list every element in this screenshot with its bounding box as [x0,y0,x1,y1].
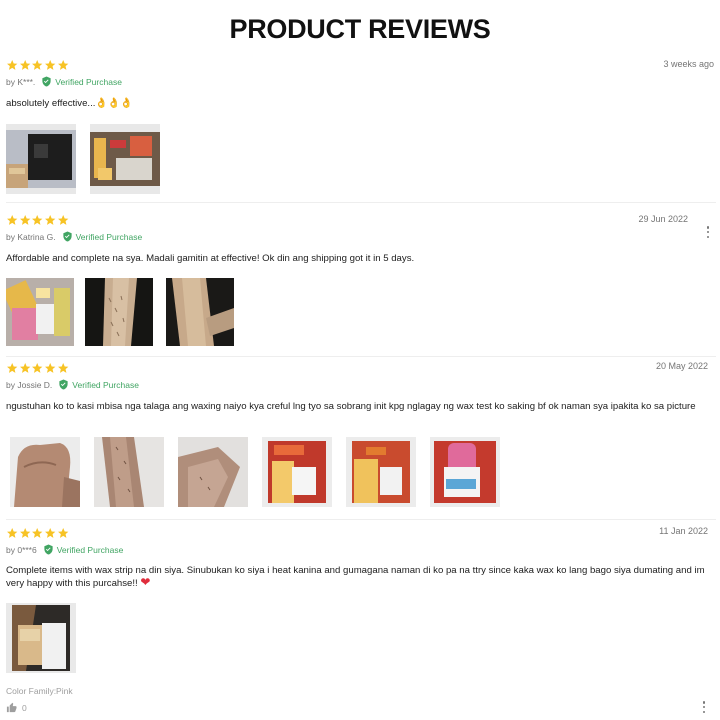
page-title: PRODUCT REVIEWS [229,14,491,44]
review-images [6,124,160,194]
review-image[interactable] [178,437,248,507]
review-image[interactable] [262,437,332,507]
star-icon [19,59,31,71]
star-icon [31,362,43,374]
star-icon [57,362,69,374]
verified-shield-icon [41,76,52,87]
review-text-content: Complete items with wax strip na din siy… [6,565,705,589]
star-icon [6,59,18,71]
review-author: by 0***6 [6,544,37,555]
review-author-row: by K***. Verified Purchase [6,76,122,87]
star-icon [6,527,18,539]
rating-stars [6,527,69,541]
star-icon [44,214,56,226]
review-item: 11 Jan 2022 by 0***6 Verified Purchase C… [6,519,716,715]
ok-hand-emoji: 👌👌👌 [95,98,133,109]
star-icon [6,362,18,374]
review-author-row: by Katrina G. Verified Purchase [6,231,142,242]
review-date: 20 May 2022 [655,361,708,371]
review-text: ngustuhan ko to kasi mbisa nga talaga an… [6,401,696,412]
heart-emoji: ❤ [140,574,151,589]
review-image[interactable] [166,278,234,346]
review-text: Complete items with wax strip na din siy… [6,565,712,589]
verified-shield-icon [62,231,73,242]
review-images [10,437,500,507]
star-icon [31,59,43,71]
review-image[interactable] [94,437,164,507]
review-author-row: by 0***6 Verified Purchase [6,544,123,555]
review-images [6,603,76,673]
review-image[interactable] [6,278,74,346]
star-icon [31,527,43,539]
thumbs-up-icon[interactable] [6,702,17,713]
review-images [6,278,234,346]
review-image[interactable] [10,437,80,507]
review-author: by K***. [6,76,36,87]
verified-shield-icon [58,379,69,390]
review-author-row: by Jossie D. Verified Purchase [6,379,139,390]
star-icon [6,214,18,226]
more-options-icon[interactable] [706,226,710,238]
review-date: 11 Jan 2022 [659,526,708,536]
star-icon [31,214,43,226]
star-icon [57,59,69,71]
rating-stars [6,362,69,376]
like-row: 0 [6,702,27,713]
review-item: 3 weeks ago by K***. Verified Purchase a… [6,56,716,202]
sku-variant: Color Family:Pink [6,686,73,696]
star-icon [57,214,69,226]
review-author: by Jossie D. [6,379,53,390]
review-image[interactable] [430,437,500,507]
review-image[interactable] [6,124,76,194]
star-icon [19,362,31,374]
like-count: 0 [22,702,27,713]
rating-stars [6,214,69,228]
review-text: Affordable and complete na sya. Madali g… [6,253,415,264]
star-icon [44,362,56,374]
review-image[interactable] [346,437,416,507]
more-options-icon[interactable] [702,701,706,713]
review-date: 29 Jun 2022 [638,214,688,224]
review-text: absolutely effective...👌👌👌 [6,98,712,110]
review-image[interactable] [90,124,160,194]
review-item: 20 May 2022 by Jossie D. Verified Purcha… [6,356,716,519]
verified-shield-icon [43,544,54,555]
star-icon [57,527,69,539]
star-icon [19,527,31,539]
star-icon [19,214,31,226]
review-item: 29 Jun 2022 by Katrina G. Verified Purch… [6,202,716,356]
review-author: by Katrina G. [6,231,56,242]
star-icon [44,59,56,71]
star-icon [44,527,56,539]
review-image[interactable] [6,603,76,673]
verified-purchase-label: Verified Purchase [55,76,122,87]
verified-purchase-label: Verified Purchase [56,544,124,555]
rating-stars [6,59,69,73]
review-text-content: absolutely effective... [6,98,96,109]
review-date: 3 weeks ago [663,59,714,69]
verified-purchase-label: Verified Purchase [75,231,143,242]
verified-purchase-label: Verified Purchase [72,379,139,390]
review-image[interactable] [85,278,153,346]
